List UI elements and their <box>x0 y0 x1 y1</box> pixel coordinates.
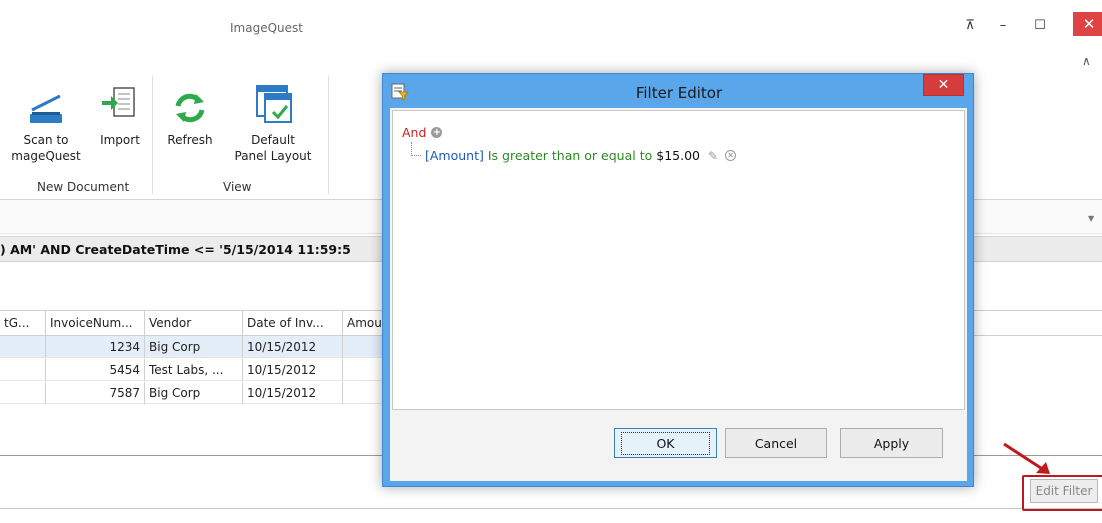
table-cell-invoice: 5454 <box>46 359 145 381</box>
tree-connector <box>411 142 421 156</box>
table-cell-vendor: Big Corp <box>145 382 243 404</box>
table-row[interactable]: 7587 Big Corp 10/15/2012 <box>0 382 400 404</box>
close-window-button[interactable]: ✕ <box>1073 12 1102 36</box>
column-header-invoice-number[interactable]: InvoiceNum... <box>46 311 145 335</box>
scan-label-line1: Scan to <box>23 133 69 147</box>
scanner-icon <box>30 94 62 123</box>
filter-tree: And + [Amount] Is greater than or equal … <box>392 110 965 410</box>
app-title: ImageQuest <box>230 21 303 35</box>
condition-value[interactable]: $15.00 <box>656 148 700 163</box>
minimize-button[interactable]: – <box>990 14 1016 36</box>
pin-window-button[interactable]: ⊼ <box>957 14 983 36</box>
footer-divider <box>0 508 1102 509</box>
edit-value-icon[interactable]: ✎ <box>708 149 718 163</box>
add-condition-icon[interactable]: + <box>431 127 443 138</box>
table-cell-invoice: 7587 <box>46 382 145 404</box>
filter-editor-dialog: Filter Editor ✕ And + [Amount] Is greate… <box>382 73 974 487</box>
layout-label-line2: Panel Layout <box>234 149 312 163</box>
refresh-button[interactable]: Refresh <box>157 76 223 148</box>
panel-layout-icon <box>256 85 292 123</box>
table-cell <box>0 336 46 358</box>
layout-label-line1: Default <box>251 133 295 147</box>
remove-condition-icon[interactable]: ✕ <box>725 150 737 161</box>
edit-filter-button[interactable]: Edit Filter <box>1030 479 1098 503</box>
minimize-icon: – <box>999 17 1007 33</box>
pin-icon: ⊼ <box>965 17 975 33</box>
dialog-body: And + [Amount] Is greater than or equal … <box>390 108 967 481</box>
table-cell-date: 10/15/2012 <box>243 359 343 381</box>
scan-label-line2: mageQuest <box>11 149 81 163</box>
table-cell-invoice: 1234 <box>46 336 145 358</box>
filter-dropdown-icon[interactable]: ▼ <box>1088 214 1094 223</box>
group-label-new-document: New Document <box>37 180 130 194</box>
default-panel-layout-button[interactable]: Default Panel Layout <box>228 76 318 164</box>
column-header-date-of-invoice[interactable]: Date of Inv... <box>243 311 343 335</box>
close-icon: ✕ <box>937 77 950 93</box>
condition-operator[interactable]: Is greater than or equal to <box>488 148 652 163</box>
group-operator-node[interactable]: And + <box>402 125 443 140</box>
table-cell-date: 10/15/2012 <box>243 382 343 404</box>
cancel-button[interactable]: Cancel <box>725 428 827 458</box>
refresh-label: Refresh <box>167 133 213 147</box>
table-cell-vendor: Big Corp <box>145 336 243 358</box>
table-cell-vendor: Test Labs, ... <box>145 359 243 381</box>
ribbon-separator <box>328 76 329 194</box>
condition-field[interactable]: [Amount] <box>425 148 484 163</box>
close-icon: ✕ <box>1082 15 1096 33</box>
column-header[interactable]: tG... <box>0 311 46 335</box>
refresh-icon <box>175 93 205 123</box>
filter-condition-node: [Amount] Is greater than or equal to $15… <box>425 148 737 163</box>
import-label: Import <box>100 133 140 147</box>
collapse-ribbon-button[interactable]: ∧ <box>1082 54 1091 68</box>
apply-button[interactable]: Apply <box>840 428 943 458</box>
dialog-title: Filter Editor <box>635 84 723 102</box>
filter-criteria-text: ) AM' AND CreateDateTime <= '5/15/2014 1… <box>0 242 351 257</box>
import-document-icon <box>102 87 135 117</box>
table-cell <box>0 359 46 381</box>
table-cell <box>0 382 46 404</box>
maximize-button[interactable]: ☐ <box>1027 14 1053 36</box>
ok-button[interactable]: OK <box>614 428 717 458</box>
dialog-close-button[interactable]: ✕ <box>923 74 964 96</box>
table-row[interactable]: 1234 Big Corp 10/15/2012 <box>0 336 400 358</box>
table-row[interactable]: 5454 Test Labs, ... 10/15/2012 <box>0 359 400 381</box>
column-header-vendor[interactable]: Vendor <box>145 311 243 335</box>
table-cell-date: 10/15/2012 <box>243 336 343 358</box>
title-bar: ImageQuest ⊼ – ☐ ✕ <box>0 0 1102 50</box>
app-window: ImageQuest ⊼ – ☐ ✕ ∧ Scan to mageQuest I… <box>0 0 1102 523</box>
group-operator-label[interactable]: And <box>402 125 426 140</box>
ribbon-separator <box>152 76 153 194</box>
ok-button-label: OK <box>621 431 710 455</box>
maximize-icon: ☐ <box>1034 17 1046 33</box>
scan-to-imagequest-button[interactable]: Scan to mageQuest <box>4 76 88 164</box>
import-button[interactable]: Import <box>92 76 148 148</box>
callout-arrow-icon <box>1003 442 1050 474</box>
group-label-view: View <box>223 180 252 194</box>
